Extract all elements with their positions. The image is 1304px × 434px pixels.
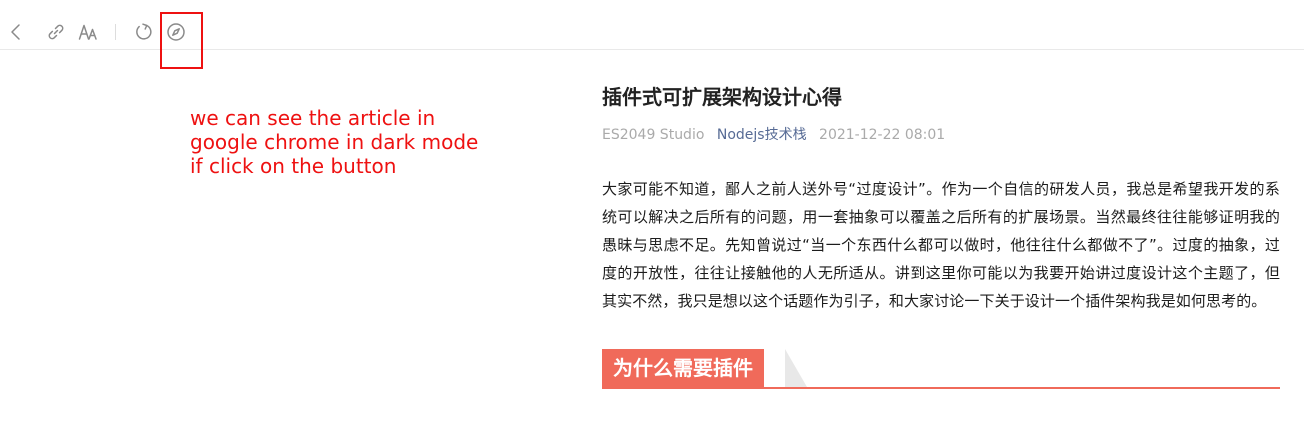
article-paragraph: 大家可能不知道，鄙人之前人送外号“过度设计”。作为一个自信的研发人员，我总是希望… xyxy=(602,180,1280,310)
font-size-button[interactable] xyxy=(76,20,100,44)
article: 插件式可扩展架构设计心得 ES2049 Studio Nodejs技术栈 202… xyxy=(602,82,1280,390)
chevron-left-icon xyxy=(11,24,20,40)
copy-link-button[interactable] xyxy=(44,20,68,44)
account-name-link[interactable]: Nodejs技术栈 xyxy=(717,124,807,146)
reader-toolbar xyxy=(0,0,1304,50)
publish-date: 2021-12-22 08:01 xyxy=(819,127,946,143)
article-title: 插件式可扩展架构设计心得 xyxy=(602,85,842,109)
refresh-button[interactable] xyxy=(132,20,156,44)
back-button[interactable] xyxy=(4,20,28,44)
refresh-icon xyxy=(136,23,152,40)
section-heading: 为什么需要插件 xyxy=(602,349,1280,390)
font-size-icon xyxy=(78,24,97,40)
compass-icon xyxy=(167,23,185,41)
article-author: ES2049 Studio xyxy=(602,127,705,143)
link-icon xyxy=(48,24,64,40)
section-heading-label: 为什么需要插件 xyxy=(602,349,764,387)
heading-underline xyxy=(602,387,1280,389)
heading-fold-decoration xyxy=(785,349,807,387)
dark-mode-button[interactable] xyxy=(164,20,188,44)
article-meta: ES2049 Studio Nodejs技术栈 2021-12-22 08:01 xyxy=(602,124,1280,146)
annotation-note: we can see the article in google chrome … xyxy=(190,106,479,178)
toolbar-divider xyxy=(115,24,116,40)
